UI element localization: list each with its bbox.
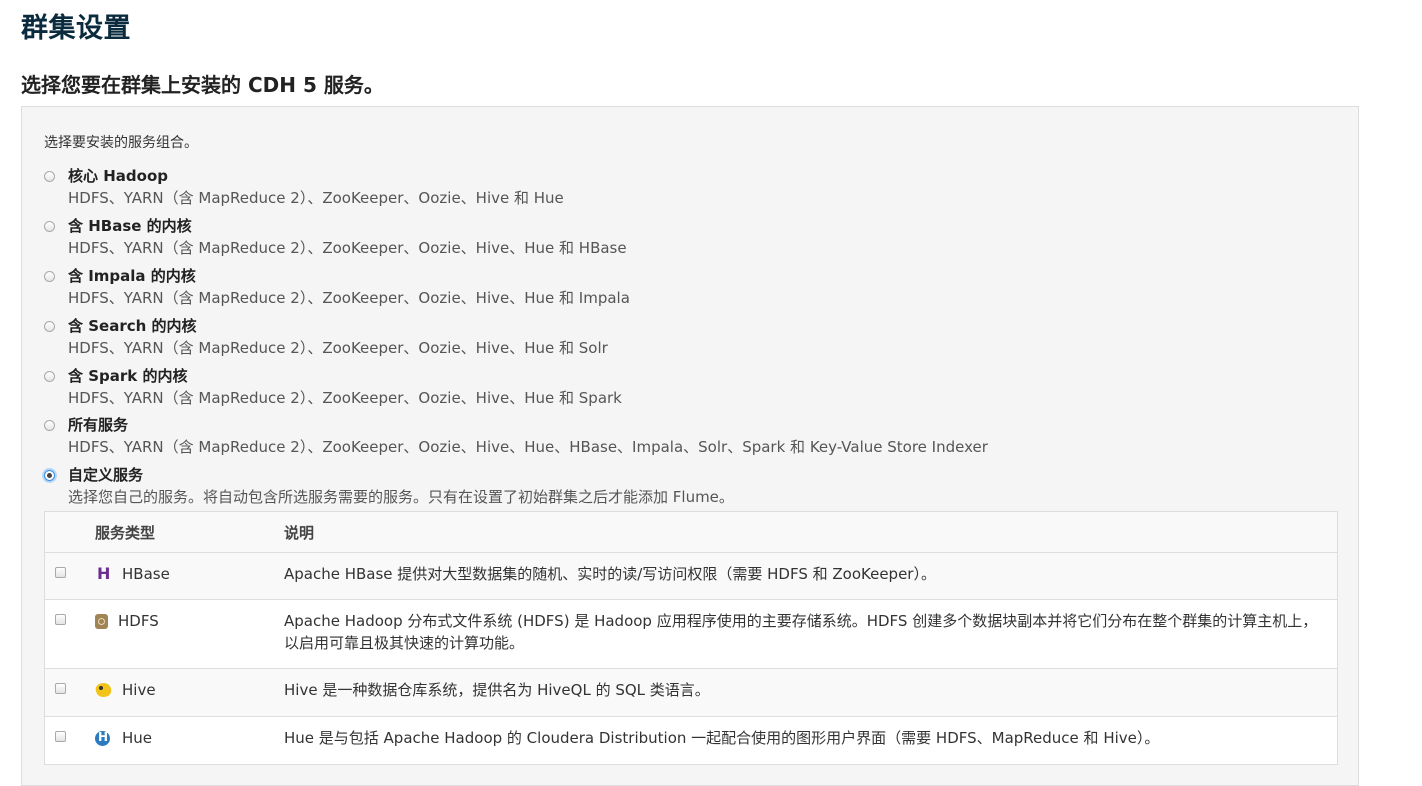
checkbox-cell xyxy=(44,716,95,765)
instruction-text: 选择要安装的服务组合。 xyxy=(44,135,198,151)
service-type-cell: Hive xyxy=(95,668,284,717)
radio-all-services[interactable] xyxy=(44,420,55,431)
option-description: HDFS、YARN（含 MapReduce 2）、ZooKeeper、Oozie… xyxy=(68,339,608,357)
option-title: 含 Spark 的内核 xyxy=(68,367,188,385)
service-description-text: Hue 是与包括 Apache Hadoop 的 Cloudera Distri… xyxy=(284,729,1160,747)
option-description: HDFS、YARN（含 MapReduce 2）、ZooKeeper、Oozie… xyxy=(68,438,988,456)
option-all-services[interactable]: 所有服务 HDFS、YARN（含 MapReduce 2）、ZooKeeper、… xyxy=(44,414,1244,460)
service-type-header: 服务类型 xyxy=(95,511,284,553)
select-column-header xyxy=(44,511,95,553)
select-hdfs-checkbox[interactable] xyxy=(55,614,66,625)
hbase-icon xyxy=(95,564,112,583)
hdfs-icon xyxy=(95,613,108,629)
option-title: 含 Search 的内核 xyxy=(68,317,197,335)
option-core-with-impala[interactable]: 含 Impala 的内核 HDFS、YARN（含 MapReduce 2）、Zo… xyxy=(44,265,1244,311)
radio-core-with-hbase[interactable] xyxy=(44,221,55,232)
option-title: 核心 Hadoop xyxy=(68,167,168,185)
radio-core-hadoop[interactable] xyxy=(44,171,55,182)
option-description: HDFS、YARN（含 MapReduce 2）、ZooKeeper、Oozie… xyxy=(68,239,627,257)
table-header-row: 服务类型 说明 xyxy=(44,511,1338,553)
radio-core-with-search[interactable] xyxy=(44,321,55,332)
service-description-text: Apache HBase 提供对大型数据集的随机、实时的读/写访问权限（需要 H… xyxy=(284,565,936,583)
option-custom-services[interactable]: 自定义服务 选择您自己的服务。将自动包含所选服务需要的服务。只有在设置了初始群集… xyxy=(44,464,1244,510)
option-core-hadoop[interactable]: 核心 Hadoop HDFS、YARN（含 MapReduce 2）、ZooKe… xyxy=(44,165,1244,211)
service-name: HBase xyxy=(122,565,170,583)
service-description: Apache Hadoop 分布式文件系统 (HDFS) 是 Hadoop 应用… xyxy=(284,599,1338,669)
service-name: Hue xyxy=(122,729,153,747)
service-type-cell: HDFS xyxy=(95,599,284,669)
table-row: HDFS Apache Hadoop 分布式文件系统 (HDFS) 是 Hado… xyxy=(44,599,1338,669)
option-description: 选择您自己的服务。将自动包含所选服务需要的服务。只有在设置了初始群集之后才能添加… xyxy=(68,488,734,506)
service-description: Hue 是与包括 Apache Hadoop 的 Cloudera Distri… xyxy=(284,716,1338,765)
table-row: Hive Hive 是一种数据仓库系统，提供名为 HiveQL 的 SQL 类语… xyxy=(44,668,1338,717)
table-row: Hue Hue 是与包括 Apache Hadoop 的 Cloudera Di… xyxy=(44,716,1338,765)
hive-icon xyxy=(95,682,112,699)
option-core-with-search[interactable]: 含 Search 的内核 HDFS、YARN（含 MapReduce 2）、Zo… xyxy=(44,315,1244,361)
radio-core-with-impala[interactable] xyxy=(44,271,55,282)
service-name: HDFS xyxy=(118,612,159,630)
select-hive-checkbox[interactable] xyxy=(55,683,66,694)
service-description: Hive 是一种数据仓库系统，提供名为 HiveQL 的 SQL 类语言。 xyxy=(284,668,1338,717)
option-title: 含 Impala 的内核 xyxy=(68,267,196,285)
option-core-with-hbase[interactable]: 含 HBase 的内核 HDFS、YARN（含 MapReduce 2）、Zoo… xyxy=(44,215,1244,261)
radio-custom-services[interactable] xyxy=(44,470,55,481)
page-title: 群集设置 xyxy=(21,13,131,44)
option-description: HDFS、YARN（含 MapReduce 2）、ZooKeeper、Oozie… xyxy=(68,289,630,307)
option-description: HDFS、YARN（含 MapReduce 2）、ZooKeeper、Oozie… xyxy=(68,389,622,407)
option-core-with-spark[interactable]: 含 Spark 的内核 HDFS、YARN（含 MapReduce 2）、Zoo… xyxy=(44,365,1244,411)
checkbox-cell xyxy=(44,599,95,669)
services-table: 服务类型 说明 HBase Apache HBase 提供对大型数据集的随机、实… xyxy=(44,511,1338,765)
service-selection-panel: 选择要安装的服务组合。 核心 Hadoop HDFS、YARN（含 MapRed… xyxy=(21,106,1359,786)
service-type-cell: Hue xyxy=(95,716,284,765)
select-hbase-checkbox[interactable] xyxy=(55,567,66,578)
service-type-cell: HBase xyxy=(95,552,284,600)
select-hue-checkbox[interactable] xyxy=(55,731,66,742)
option-title: 含 HBase 的内核 xyxy=(68,217,192,235)
service-description-text: Hive 是一种数据仓库系统，提供名为 HiveQL 的 SQL 类语言。 xyxy=(284,681,710,699)
option-title: 所有服务 xyxy=(68,416,129,434)
service-description: Apache HBase 提供对大型数据集的随机、实时的读/写访问权限（需要 H… xyxy=(284,552,1338,600)
hue-icon xyxy=(95,730,112,747)
option-title: 自定义服务 xyxy=(68,466,144,484)
checkbox-cell xyxy=(44,552,95,600)
option-description: HDFS、YARN（含 MapReduce 2）、ZooKeeper、Oozie… xyxy=(68,189,564,207)
radio-core-with-spark[interactable] xyxy=(44,371,55,382)
description-header: 说明 xyxy=(284,511,1338,553)
table-row: HBase Apache HBase 提供对大型数据集的随机、实时的读/写访问权… xyxy=(44,552,1338,600)
service-description-text: Apache Hadoop 分布式文件系统 (HDFS) 是 Hadoop 应用… xyxy=(284,612,1318,652)
service-name: Hive xyxy=(122,681,156,699)
checkbox-cell xyxy=(44,668,95,717)
section-heading: 选择您要在群集上安装的 CDH 5 服务。 xyxy=(21,73,384,97)
